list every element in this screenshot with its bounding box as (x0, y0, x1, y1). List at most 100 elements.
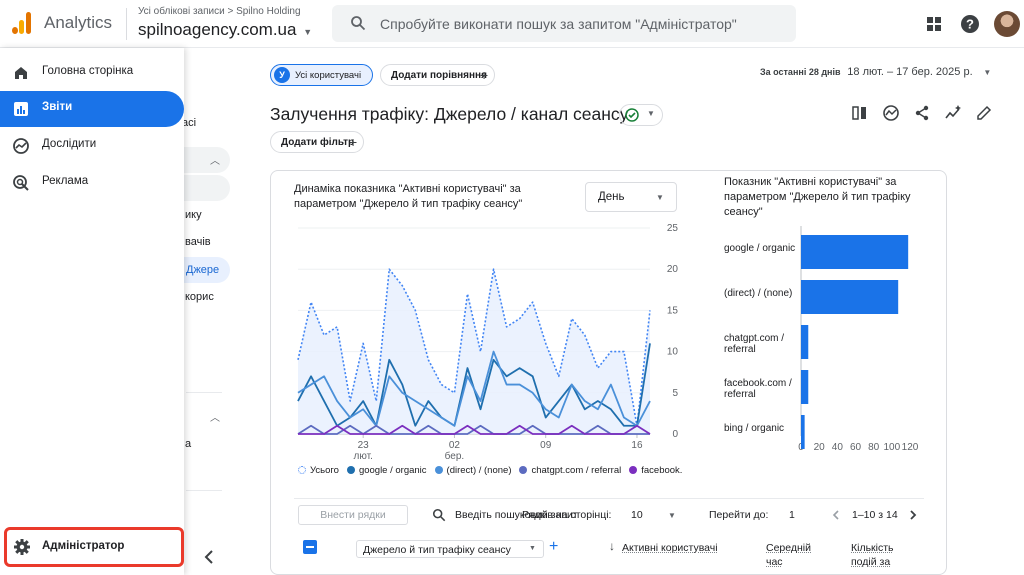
legend-label: Усього (310, 465, 339, 476)
legend-item[interactable]: facebook. (629, 465, 682, 476)
property-selector[interactable]: spilnoagency.com.ua ▼ (138, 20, 312, 40)
subnav-item[interactable]: ику (185, 209, 202, 221)
nav-item-advertising[interactable]: Реклама (0, 165, 184, 201)
subnav-item[interactable]: коpис (185, 291, 214, 303)
share-icon[interactable] (913, 104, 931, 122)
chevron-right-icon[interactable] (907, 509, 919, 521)
segment-label: Усі користувачі (295, 70, 362, 81)
dimension-label: Джерело й тип трафіку сеансу (363, 544, 511, 556)
account-avatar[interactable] (994, 11, 1020, 37)
chevron-left-icon[interactable] (830, 509, 842, 521)
subnav-item[interactable]: асі (182, 117, 196, 129)
help-icon[interactable]: ? (960, 14, 980, 34)
bar (801, 235, 909, 269)
add-dimension-plus-icon[interactable]: + (549, 538, 558, 556)
gear-icon (14, 539, 30, 555)
y-tick-label: 5 (672, 388, 678, 399)
chevron-up-icon[interactable]: ︿ (210, 409, 220, 424)
report-status-dropdown[interactable]: ▼ (619, 104, 663, 126)
app-name: Analytics (44, 13, 113, 32)
y-tick-label: 10 (667, 347, 679, 358)
search-bar[interactable]: Спробуйте виконати пошук за запитом "Адм… (332, 5, 796, 42)
x-tick-label: 60 (850, 442, 862, 453)
legend-label: (direct) / (none) (446, 465, 512, 476)
x-tick-label: 80 (868, 442, 880, 453)
check-circle-icon (625, 108, 639, 122)
caret-down-icon[interactable]: ▼ (668, 511, 676, 520)
line-chart-title: Динаміка показника "Активні користувачі"… (294, 183, 523, 210)
legend-swatch (434, 466, 443, 474)
column-header-event-count[interactable]: Кількість подій за (851, 541, 907, 569)
x-tick-label: 16 (631, 440, 643, 451)
bar (801, 325, 809, 359)
segment-badge: У (274, 67, 290, 83)
compare-icon[interactable] (851, 104, 869, 122)
column-header-active-users[interactable]: Активні користувачі (622, 541, 718, 555)
trend-sparkle-icon[interactable] (944, 104, 962, 122)
add-comparison-label: Додати порівняння (391, 70, 487, 81)
rows-per-page-select[interactable]: 10 (631, 509, 643, 521)
analytics-logo[interactable] (12, 12, 32, 34)
page-range: 1–10 з 14 (852, 509, 898, 521)
dimension-select[interactable]: Джерело й тип трафіку сеансу ▼ (356, 540, 544, 558)
admin-label: Адміністратор (42, 540, 125, 552)
nav-item-reports[interactable]: Звіти (0, 91, 184, 127)
legend-swatch (346, 466, 355, 474)
y-tick-label: 15 (667, 305, 679, 316)
bar (801, 415, 805, 449)
home-icon (15, 67, 27, 79)
line-chart-legend: Усього google / organic (direct) / (none) c… (298, 465, 690, 476)
nav-item-label: Головна сторінка (42, 65, 134, 77)
add-filter-button[interactable]: Додати фільтр + (270, 131, 364, 153)
legend-label: chatgpt.com / referral (531, 465, 622, 476)
date-range-picker[interactable]: За останні 28 днів 18 лют. – 17 бер. 202… (760, 66, 991, 78)
nav-item-home[interactable]: Головна сторінка (0, 55, 184, 91)
rows-per-page-label: Рядків на сторінці: (522, 509, 612, 521)
bar-category-label: google / organic (724, 243, 796, 254)
apps-grid-icon[interactable] (924, 14, 944, 34)
date-range-value: 18 лют. – 17 бер. 2025 р. (847, 66, 973, 78)
legend-item[interactable]: Усього (298, 465, 339, 476)
nav-item-admin[interactable]: Адміністратор (4, 527, 184, 567)
bar-category-label: bing / organic (724, 423, 785, 434)
chevron-down-icon: ▼ (303, 27, 313, 37)
line-chart[interactable]: 0 5 10 15 20 25 23лют. 02бер. 09 16 (290, 218, 690, 463)
granularity-select[interactable]: День ▼ (585, 182, 677, 212)
bar-chart[interactable]: 020406080100120 (790, 226, 930, 458)
subnav-item[interactable]: а (185, 438, 191, 450)
chevron-left-icon[interactable] (198, 545, 222, 569)
x-tick-label: 40 (832, 442, 844, 453)
left-nav: Головна сторінка Звіти Дослідити Реклама… (0, 48, 184, 575)
select-all-checkbox[interactable] (303, 540, 317, 554)
nav-item-explore[interactable]: Дослідити (0, 128, 184, 164)
subnav-item[interactable]: вачів (185, 236, 211, 248)
legend-item[interactable]: google / organic (346, 465, 427, 476)
subnav-divider (186, 392, 222, 393)
bar-category-label: chatgpt.com / referral (724, 333, 785, 355)
plot-rows-button[interactable]: Внести рядки (298, 505, 408, 525)
insights-icon[interactable] (882, 104, 900, 122)
legend-item[interactable]: (direct) / (none) (434, 465, 512, 476)
legend-swatch (629, 466, 638, 474)
x-tick-label: 09 (540, 440, 552, 451)
caret-down-icon: ▼ (983, 68, 992, 77)
add-filter-label: Додати фільтр (281, 137, 355, 148)
add-comparison-button[interactable]: Додати порівняння + (380, 64, 495, 86)
bar (801, 280, 899, 314)
legend-item[interactable]: chatgpt.com / referral (519, 465, 621, 476)
header-divider (126, 8, 127, 40)
segment-chip[interactable]: У Усі користувачі (270, 64, 373, 86)
x-tick-month-label: бер. (445, 450, 465, 462)
search-icon (432, 508, 446, 522)
svg-text:?: ? (966, 17, 974, 32)
subnav-divider (186, 490, 222, 491)
plus-icon: + (349, 134, 358, 150)
top-bar: Analytics Усі облікові записи > Spilno H… (0, 0, 1024, 48)
edit-pencil-icon[interactable] (975, 104, 993, 122)
caret-down-icon: ▼ (647, 109, 655, 118)
sort-arrow-down-icon: ↓ (609, 539, 615, 553)
column-header-avg-time[interactable]: Середній час (766, 541, 818, 569)
page-title: Залучення трафіку: Джерело / канал сеанс… (270, 104, 629, 124)
goto-input[interactable]: 1 (789, 509, 795, 521)
account-breadcrumb[interactable]: Усі облікові записи > Spilno Holding (138, 6, 301, 17)
